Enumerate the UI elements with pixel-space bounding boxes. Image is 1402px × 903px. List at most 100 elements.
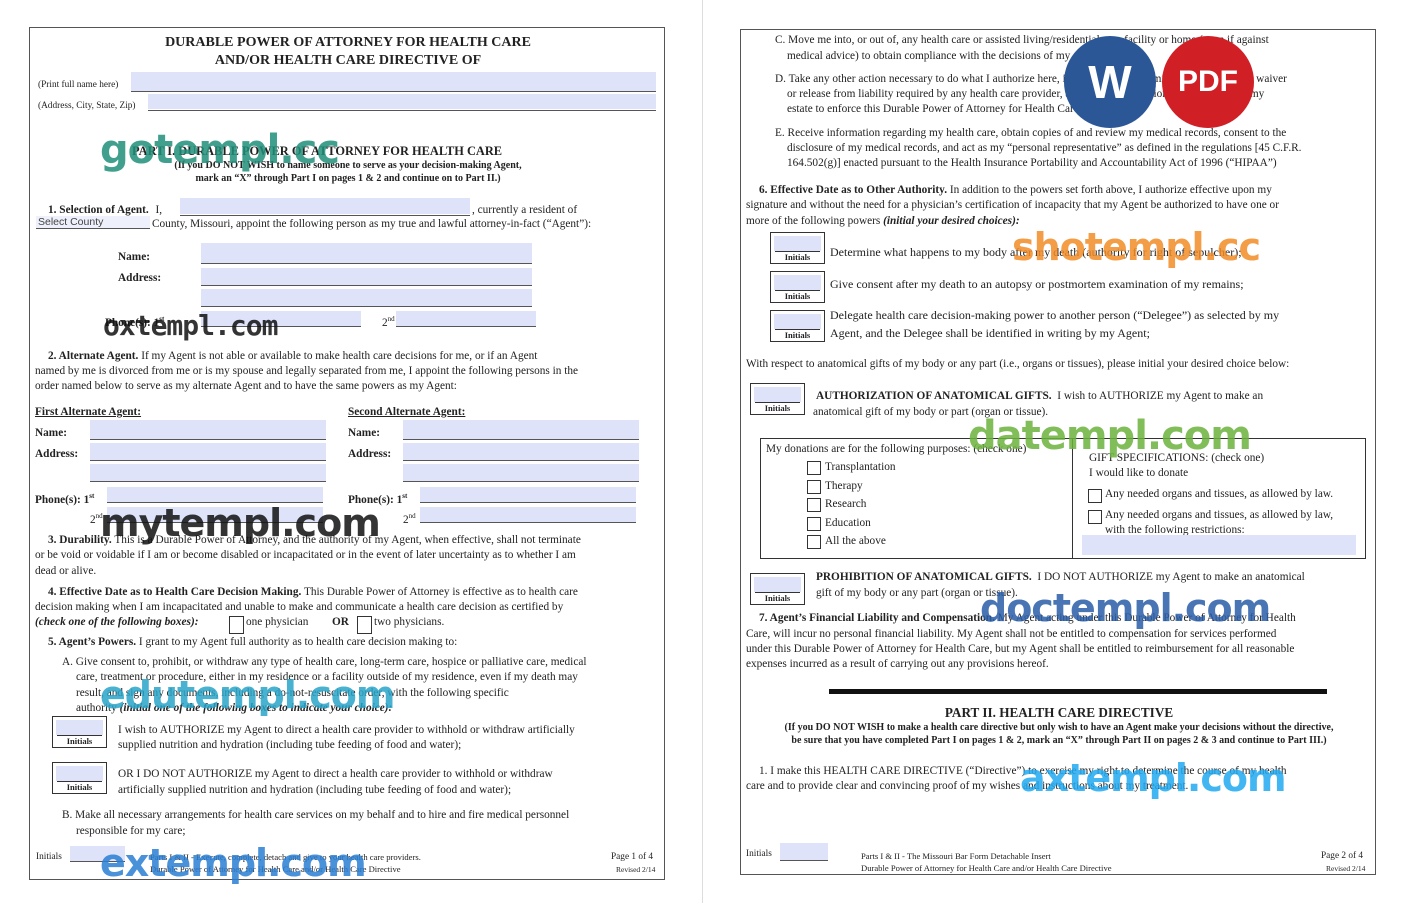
watermark-extempl: extempl.com <box>100 841 367 885</box>
alt1-name-label: Name: <box>35 427 67 439</box>
restrictions-field[interactable] <box>1082 535 1356 555</box>
s5b-l2: responsible for my care; <box>76 825 186 837</box>
s6-head: 6. Effective Date as to Other Authority. <box>759 184 948 196</box>
s6-l2: signature and without the need for a phy… <box>746 199 1279 211</box>
revised-date: Revised 2/14 <box>1326 864 1366 873</box>
alt1-phone-label: Phone(s): 1st <box>35 492 95 506</box>
footer-initials-label: Initials <box>36 852 62 862</box>
any-needed-2-l1: Any needed organs and tissues, as allowe… <box>1105 509 1334 521</box>
initials-authorize-box[interactable]: Initials <box>52 716 107 748</box>
research-checkbox[interactable] <box>807 498 821 512</box>
s4-l2: decision making when I am incapacitated … <box>35 601 564 613</box>
alt2-phone2-field[interactable] <box>420 507 636 522</box>
s6-l1: In addition to the powers set forth abov… <box>949 184 1272 196</box>
or-label: OR <box>332 616 349 628</box>
authorize-l2: supplied nutrition and hydration (includ… <box>118 739 462 751</box>
doc-title-1: DURABLE POWER OF ATTORNEY FOR HEALTH CAR… <box>165 35 531 50</box>
alt2-phone2-label: 2nd <box>403 512 416 526</box>
two-physicians-label: two physicians. <box>374 616 445 628</box>
watermark-shotempl: shotempl.cc <box>1012 225 1261 269</box>
two-physicians-checkbox[interactable] <box>357 616 372 634</box>
watermark-doctempl: doctempl.com <box>980 586 1271 630</box>
authorize-l1: I wish to AUTHORIZE my Agent to direct a… <box>118 724 575 736</box>
s5-l1: I grant to my Agent full authority as to… <box>138 636 458 648</box>
transplantation-checkbox[interactable] <box>807 461 821 475</box>
alt2-address-field-1[interactable] <box>403 443 639 460</box>
e-l1: E. Receive information regarding my heal… <box>775 127 1287 139</box>
alt2-phone1-field[interactable] <box>420 487 636 502</box>
purpose-therapy: Therapy <box>825 480 863 492</box>
s6-l3a: more of the following powers <box>746 215 881 227</box>
initials-delegate-box[interactable]: Initials <box>770 310 825 342</box>
alt2-name-label: Name: <box>348 427 380 439</box>
footer-initials-label: Initials <box>746 849 772 859</box>
alt1-name-field[interactable] <box>90 420 326 439</box>
alt1-address-field-2[interactable] <box>90 464 326 481</box>
s5-head: 5. Agent’s Powers. <box>48 636 137 648</box>
pdf-format-icon[interactable]: PDF <box>1162 36 1254 128</box>
alt1-phone1-field[interactable] <box>107 487 323 502</box>
agent-address-label: Address: <box>118 272 162 284</box>
footer-initials-field[interactable] <box>780 843 828 860</box>
alt1-address-label: Address: <box>35 448 79 460</box>
purpose-education: Education <box>825 517 871 529</box>
education-checkbox[interactable] <box>807 517 821 531</box>
revised-date: Revised 2/14 <box>616 865 656 874</box>
e-l3: 164.502(g)] enacted pursuant to the Heal… <box>787 157 1277 169</box>
s2-l1: If my Agent is not able or available to … <box>141 350 538 362</box>
watermark-mytempl: mytempl.com <box>100 501 381 545</box>
s5a-l1: A. Give consent to, prohibit, or withdra… <box>62 656 587 668</box>
delegate-l2: Agent, and the Delegee shall be identifi… <box>830 326 1150 340</box>
any-needed-restrictions-checkbox[interactable] <box>1088 510 1102 524</box>
s2-l2: named by me is divorced from me or is my… <box>35 365 579 377</box>
initials-determine-box[interactable]: Initials <box>770 232 825 264</box>
e-l2: disclosure of my medical records, and ac… <box>787 142 1302 154</box>
all-above-checkbox[interactable] <box>807 535 821 549</box>
watermark-datempl: datempl.com <box>968 413 1252 459</box>
agent-address-field-2[interactable] <box>201 289 532 306</box>
footer-l1: Parts I & II - The Missouri Bar Form Det… <box>861 851 1051 861</box>
one-physician-checkbox[interactable] <box>229 616 244 634</box>
alt2-address-field-2[interactable] <box>403 464 639 481</box>
gift-donate: I would like to donate <box>1089 467 1189 479</box>
agent-phone2-label: 2nd <box>382 315 395 329</box>
alt2-name-field[interactable] <box>403 420 639 439</box>
doc-title-2: AND/OR HEALTH CARE DIRECTIVE OF <box>214 53 482 68</box>
address-label: (Address, City, State, Zip) <box>38 101 136 111</box>
initials-prohibit-box[interactable]: Initials <box>750 573 805 605</box>
s4-check: (check one of the following boxes): <box>35 616 199 628</box>
notauth-l2: artificially supplied nutrition and hydr… <box>118 784 512 796</box>
first-alt-heading: First Alternate Agent: <box>35 406 142 418</box>
full-name-field[interactable] <box>131 72 656 91</box>
s4-head: 4. Effective Date as to Health Care Deci… <box>48 586 302 598</box>
therapy-checkbox[interactable] <box>807 480 821 494</box>
purpose-all: All the above <box>825 535 886 547</box>
initials-not-authorize-box[interactable]: Initials <box>52 762 107 794</box>
purpose-transplantation: Transplantation <box>825 461 896 473</box>
s1-i: I, <box>155 204 163 216</box>
address-field[interactable] <box>148 94 656 109</box>
county-select[interactable]: Select County <box>36 216 150 229</box>
s4-l1: This Durable Power of Attorney is effect… <box>303 586 578 598</box>
initials-auth-gifts-box[interactable]: Initials <box>750 383 805 415</box>
footer-l2: Durable Power of Attorney for Health Car… <box>861 863 1112 873</box>
principal-name-field[interactable] <box>180 198 470 214</box>
delegate-l1: Delegate health care decision-making pow… <box>830 308 1280 322</box>
auth-gifts-l1: I wish to AUTHORIZE my Agent to make an <box>1057 390 1264 402</box>
initials-autopsy-box[interactable]: Initials <box>770 271 825 303</box>
print-name-label: (Print full name here) <box>38 80 119 90</box>
alt1-address-field-1[interactable] <box>90 443 326 460</box>
agent-name-field[interactable] <box>201 243 532 263</box>
watermark-axtempl: axtempl.com <box>1020 756 1287 800</box>
agent-name-label: Name: <box>118 251 150 263</box>
any-needed-checkbox[interactable] <box>1088 489 1102 503</box>
s5b-l1: B. Make all necessary arrangements for h… <box>62 809 570 821</box>
prohib-head: PROHIBITION OF ANATOMICAL GIFTS. <box>816 571 1032 583</box>
s6-l3b: (initial your desired choices): <box>883 215 1020 227</box>
agent-phone2-field[interactable] <box>396 311 536 326</box>
agent-address-field-1[interactable] <box>201 268 532 285</box>
auth-gifts-head: AUTHORIZATION OF ANATOMICAL GIFTS. <box>816 390 1052 402</box>
respect-text: With respect to anatomical gifts of my b… <box>746 358 1290 370</box>
word-format-icon[interactable]: W <box>1064 36 1156 128</box>
part-divider-bar <box>829 689 1327 694</box>
